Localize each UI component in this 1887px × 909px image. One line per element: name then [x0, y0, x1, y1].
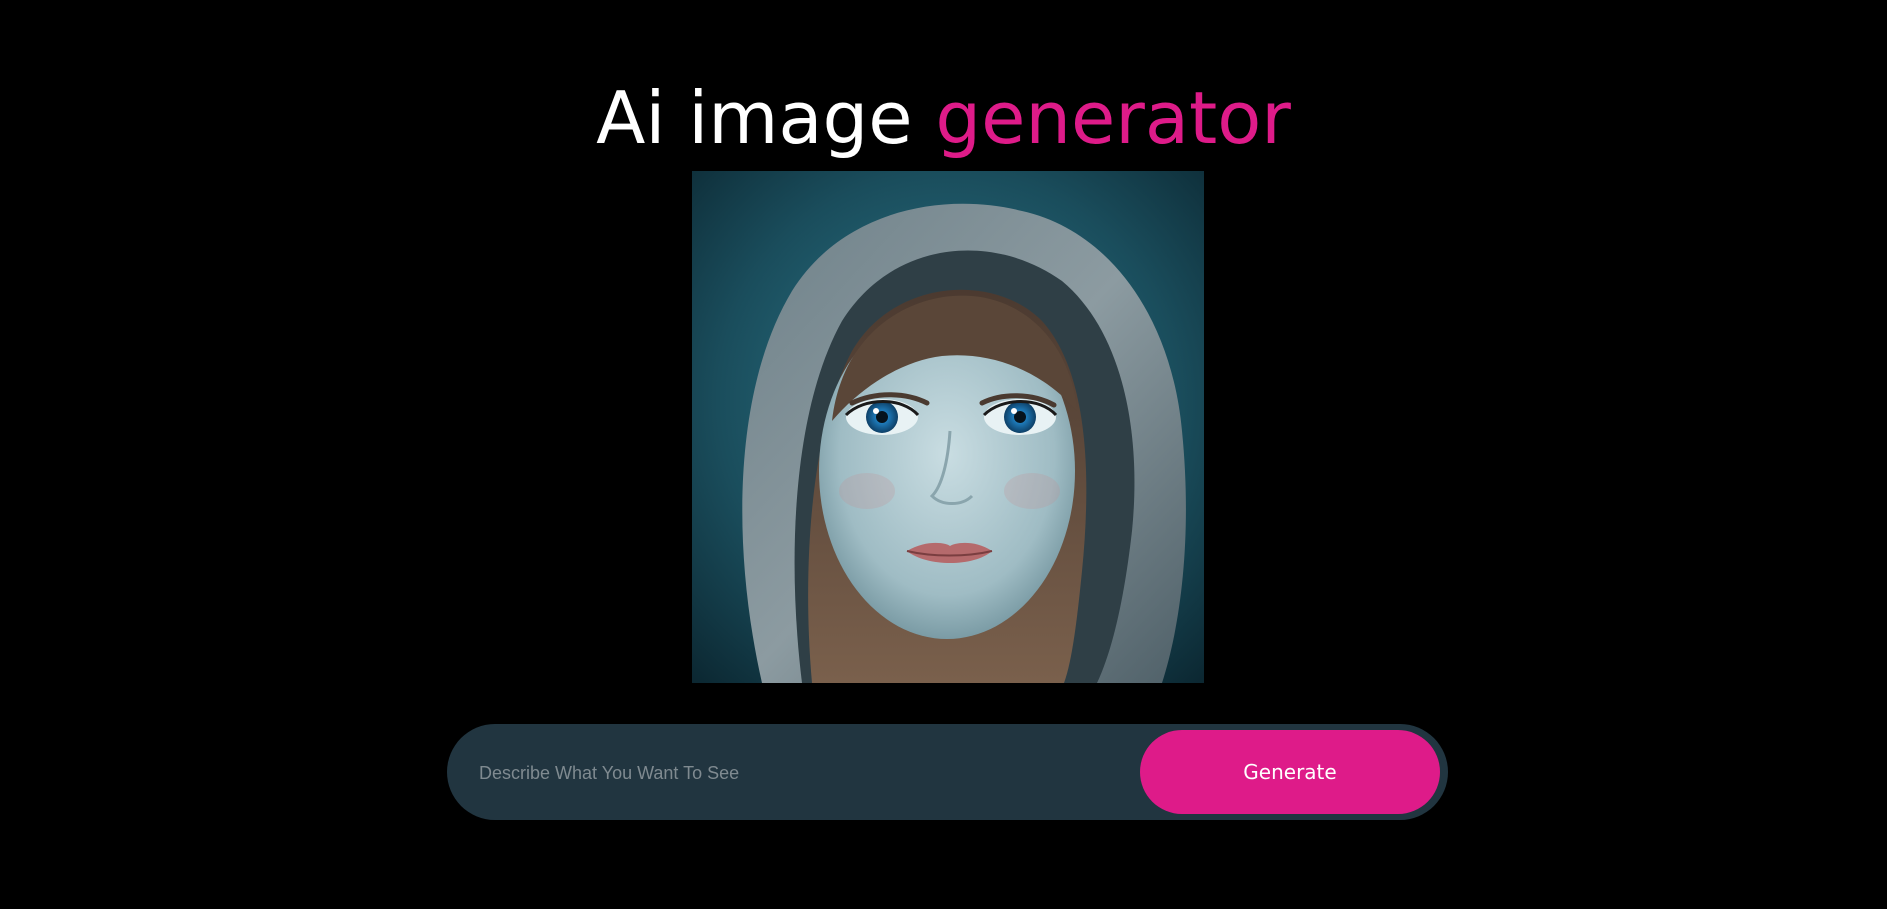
prompt-input[interactable] [477, 748, 1121, 798]
title-plain: Ai image [596, 76, 913, 161]
generated-image [692, 171, 1204, 683]
title-accent: generator [935, 76, 1291, 161]
page-title: Ai image generator [0, 74, 1887, 162]
app-root: Ai image generator Describe What You Wan… [0, 0, 1887, 909]
generate-button[interactable]: Generate [1140, 730, 1440, 814]
prompt-bar: Generate [447, 724, 1448, 820]
portrait-illustration [692, 171, 1204, 683]
